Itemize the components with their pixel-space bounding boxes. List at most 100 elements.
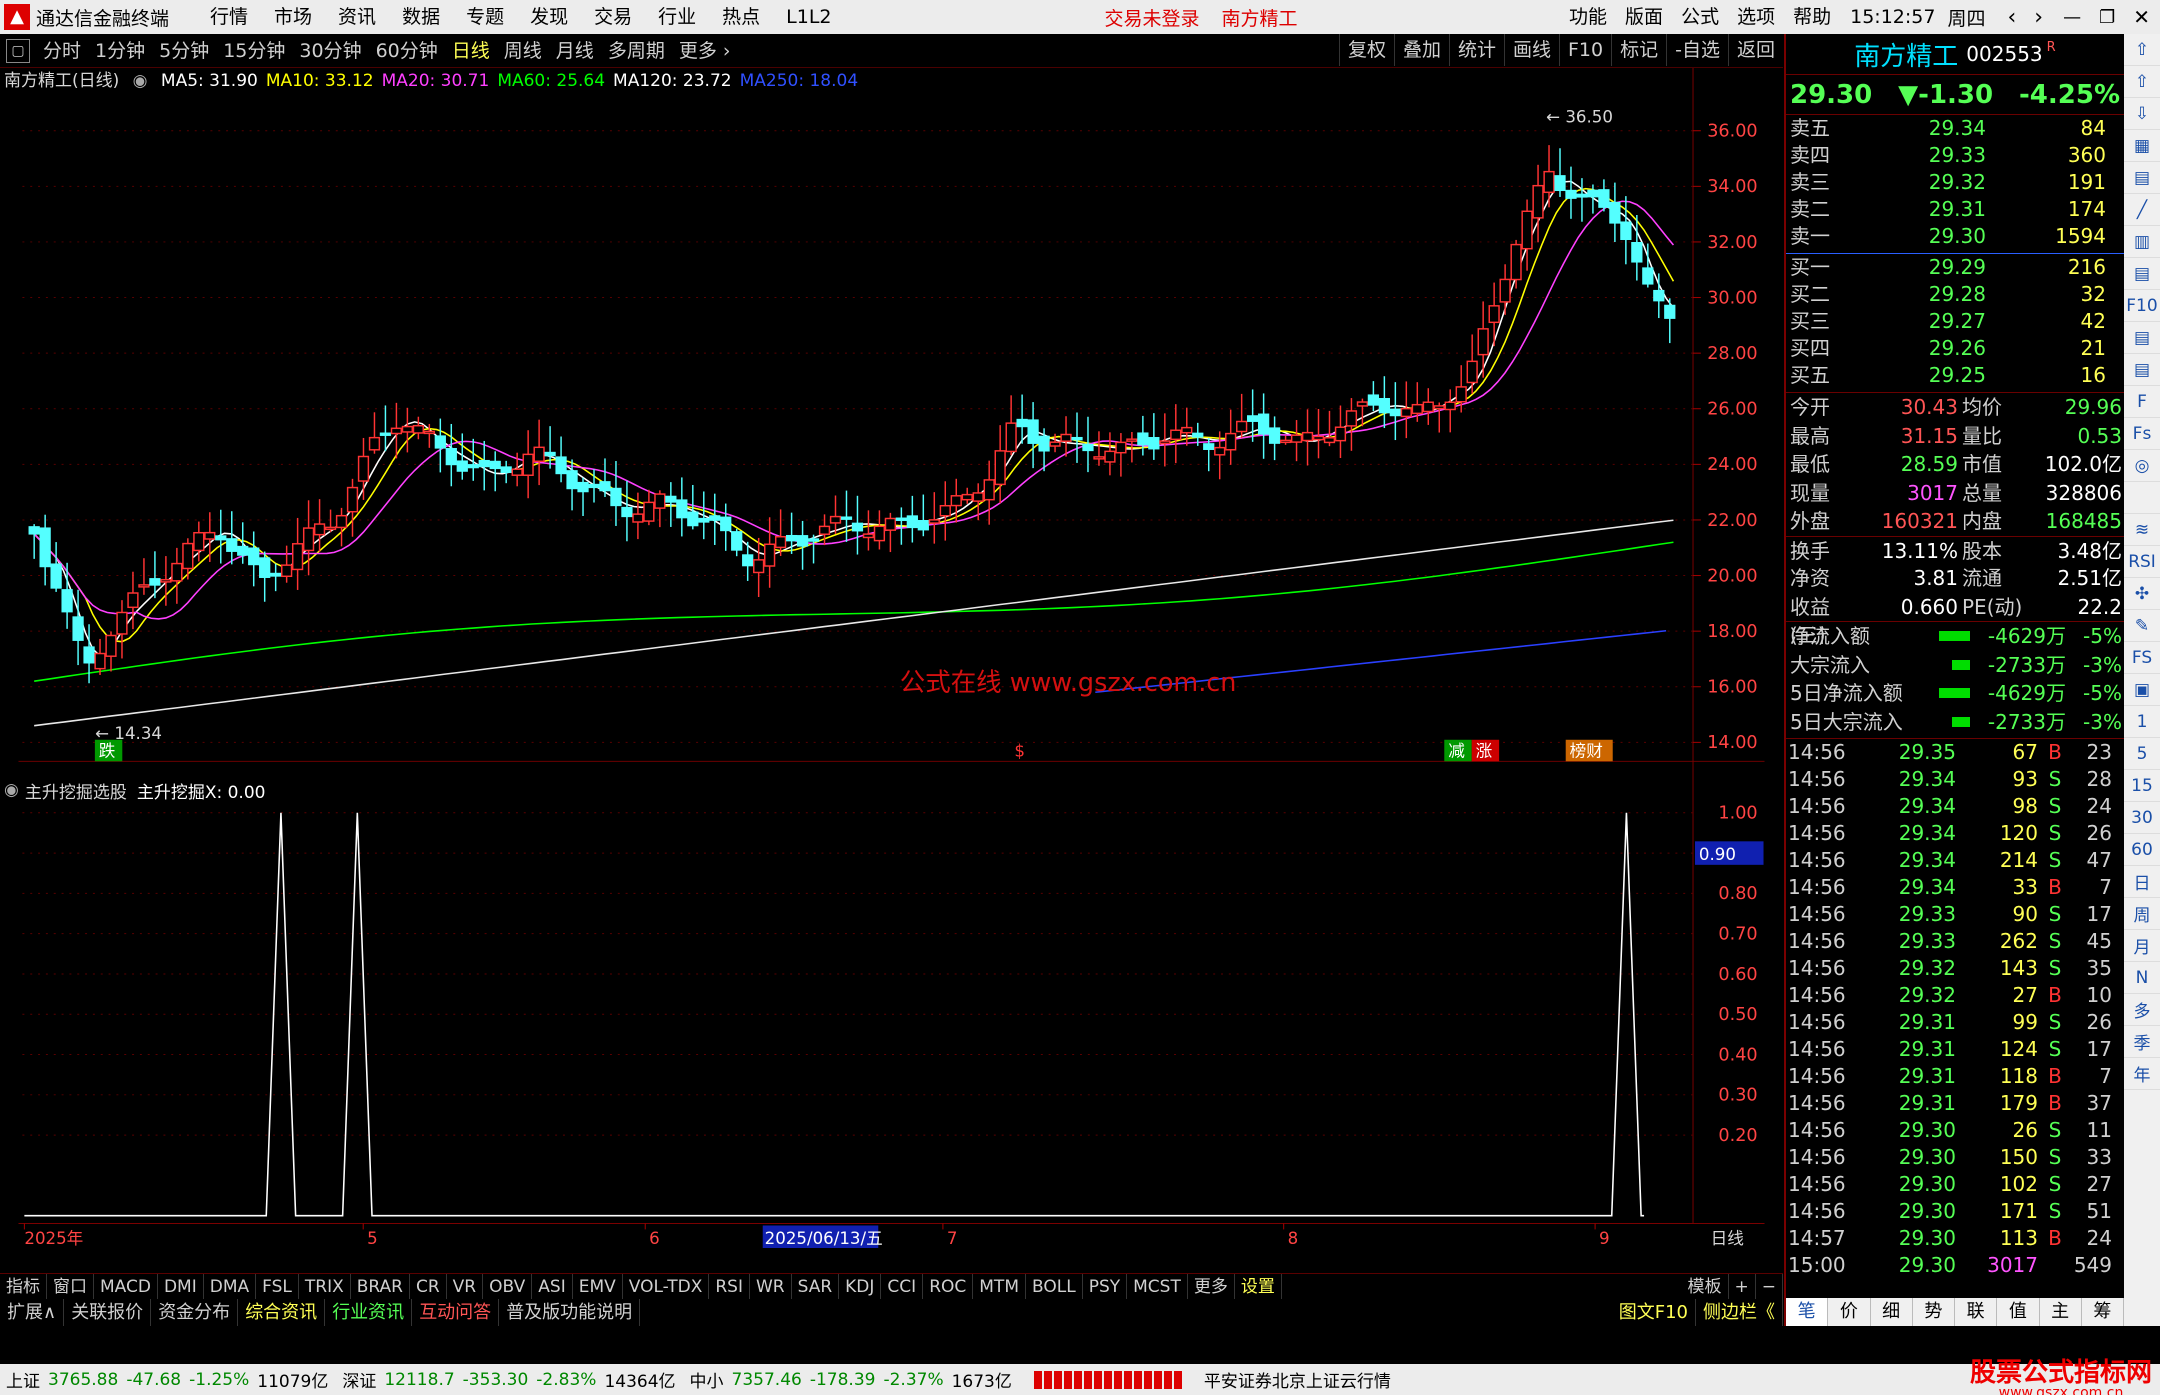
sidebar-button-9[interactable]: ▤: [2124, 322, 2160, 354]
sidebar-button-17[interactable]: ✣: [2124, 578, 2160, 610]
candle-body[interactable]: [1444, 401, 1456, 411]
sidebar-button-0[interactable]: ⇧: [2124, 34, 2160, 66]
candle-body[interactable]: [1334, 426, 1347, 442]
candle-body[interactable]: [928, 519, 940, 524]
candle-body[interactable]: [533, 446, 545, 463]
indicator-settings-icon[interactable]: ◉: [4, 780, 19, 800]
menu-item-8[interactable]: 热点: [709, 0, 773, 34]
candle-body[interactable]: [1005, 422, 1017, 453]
period-tab-9[interactable]: 多周期: [601, 34, 672, 68]
chart-area[interactable]: ← 36.50← 14.34公式在线 www.gszx.com.cn 36.00…: [0, 68, 1783, 1248]
candle-body[interactable]: [522, 453, 534, 476]
sidebar-button-4[interactable]: ▤: [2124, 162, 2160, 194]
candle-body[interactable]: [1104, 450, 1116, 463]
menu-right-item-1[interactable]: 版面: [1616, 0, 1672, 34]
period-tab-4[interactable]: 30分钟: [292, 34, 368, 68]
menu-right-item-3[interactable]: 选项: [1728, 0, 1784, 34]
sidebar-button-14[interactable]: [2124, 482, 2160, 514]
buy-level-row[interactable]: 买三 29.27 42: [1786, 308, 2124, 335]
period-tab-6[interactable]: 日线: [445, 34, 497, 68]
sidebar-button-27[interactable]: 周: [2124, 898, 2160, 930]
candle-body[interactable]: [357, 455, 370, 482]
sidebar-button-7[interactable]: ▤: [2124, 258, 2160, 290]
indicator-tab-0[interactable]: 指标: [0, 1273, 47, 1300]
menu-item-0[interactable]: 行情: [197, 0, 261, 34]
sell-level-row[interactable]: 卖五 29.34 84: [1786, 115, 2124, 142]
candle-body[interactable]: [566, 470, 578, 490]
indicator-tab-14[interactable]: RSI: [709, 1273, 750, 1300]
indicator-tab-1[interactable]: 窗口: [47, 1273, 94, 1300]
candle-body[interactable]: [226, 538, 238, 552]
sidebar-button-19[interactable]: FS: [2124, 642, 2160, 674]
candle-body[interactable]: [50, 563, 62, 589]
quote-panel-tab-3[interactable]: 势: [1913, 1298, 1955, 1326]
candle-body[interactable]: [731, 531, 743, 551]
quote-panel-tab-4[interactable]: 联: [1955, 1298, 1998, 1326]
candle-body[interactable]: [302, 527, 315, 552]
candle-body[interactable]: [1466, 360, 1478, 384]
candle-body[interactable]: [796, 535, 809, 547]
candle-body[interactable]: [1543, 170, 1555, 194]
panel-toggle-icon[interactable]: ▢: [6, 38, 30, 63]
candle-body[interactable]: [1367, 394, 1380, 406]
candle-body[interactable]: [1126, 438, 1138, 442]
extension-tab-6[interactable]: 普及版功能说明: [499, 1299, 641, 1326]
indicator-tab-5[interactable]: FSL: [256, 1273, 299, 1300]
candle-body[interactable]: [478, 459, 490, 468]
quote-panel-tab-7[interactable]: 筹: [2082, 1298, 2124, 1326]
candle-body[interactable]: [643, 501, 655, 522]
candle-body[interactable]: [1170, 429, 1182, 441]
chart-tool-6[interactable]: -自选: [1666, 34, 1728, 66]
candle-body[interactable]: [1455, 386, 1467, 403]
indicator-tab-17[interactable]: KDJ: [839, 1273, 882, 1300]
buy-level-row[interactable]: 买四 29.26 21: [1786, 335, 2124, 362]
candle-body[interactable]: [1609, 201, 1621, 224]
buy-level-row[interactable]: 买二 29.28 32: [1786, 281, 2124, 308]
candle-body[interactable]: [983, 479, 995, 501]
buy-level-row[interactable]: 买五 29.25 16: [1786, 362, 2124, 389]
period-tab-8[interactable]: 月线: [549, 34, 601, 68]
candle-body[interactable]: [270, 572, 282, 577]
sidebar-button-16[interactable]: RSI: [2124, 546, 2160, 578]
candle-body[interactable]: [160, 578, 172, 583]
candle-body[interactable]: [1257, 413, 1270, 435]
candle-body[interactable]: [939, 504, 951, 517]
candle-body[interactable]: [1236, 420, 1248, 433]
candle-body[interactable]: [1620, 221, 1632, 241]
candle-body[interactable]: [1203, 443, 1215, 450]
candle-body[interactable]: [994, 450, 1006, 486]
candle-body[interactable]: [1499, 278, 1511, 303]
close-icon[interactable]: ✕: [2133, 5, 2150, 29]
candle-body[interactable]: [1653, 289, 1665, 302]
candle-body[interactable]: [1016, 418, 1028, 428]
event-marker-4[interactable]: 榜财: [1570, 741, 1603, 760]
sidebar-button-1[interactable]: ⇧: [2124, 66, 2160, 98]
menu-item-2[interactable]: 资讯: [325, 0, 389, 34]
candle-body[interactable]: [599, 481, 611, 492]
quote-panel-tab-1[interactable]: 价: [1828, 1298, 1871, 1326]
sell-level-row[interactable]: 卖四 29.33 360: [1786, 142, 2124, 169]
candle-body[interactable]: [742, 554, 754, 567]
login-status[interactable]: 交易未登录: [1105, 4, 1200, 31]
sidebar-button-5[interactable]: ╱: [2124, 194, 2160, 226]
candle-body[interactable]: [467, 464, 479, 469]
sidebar-button-25[interactable]: 60: [2124, 834, 2160, 866]
candle-body[interactable]: [456, 460, 468, 472]
forward-icon[interactable]: ›: [2034, 5, 2043, 30]
candle-body[interactable]: [248, 547, 260, 566]
extension-tab-2[interactable]: 资金分布: [151, 1299, 239, 1326]
quote-panel-tab-5[interactable]: 值: [1997, 1298, 2040, 1326]
candle-body[interactable]: [972, 492, 984, 502]
indicator-tab-19[interactable]: ROC: [923, 1273, 974, 1300]
extension-right-btn-0[interactable]: 图文F10: [1612, 1299, 1696, 1326]
candle-body[interactable]: [72, 616, 84, 641]
candle-body[interactable]: [1389, 408, 1401, 417]
candle-body[interactable]: [544, 451, 556, 457]
sidebar-button-31[interactable]: 季: [2124, 1026, 2160, 1058]
candle-body[interactable]: [1159, 440, 1171, 445]
extension-tab-1[interactable]: 关联报价: [64, 1299, 152, 1326]
candle-body[interactable]: [1148, 437, 1160, 450]
candle-body[interactable]: [83, 646, 95, 664]
candle-body[interactable]: [895, 517, 907, 522]
back-icon[interactable]: ‹: [2007, 5, 2016, 30]
